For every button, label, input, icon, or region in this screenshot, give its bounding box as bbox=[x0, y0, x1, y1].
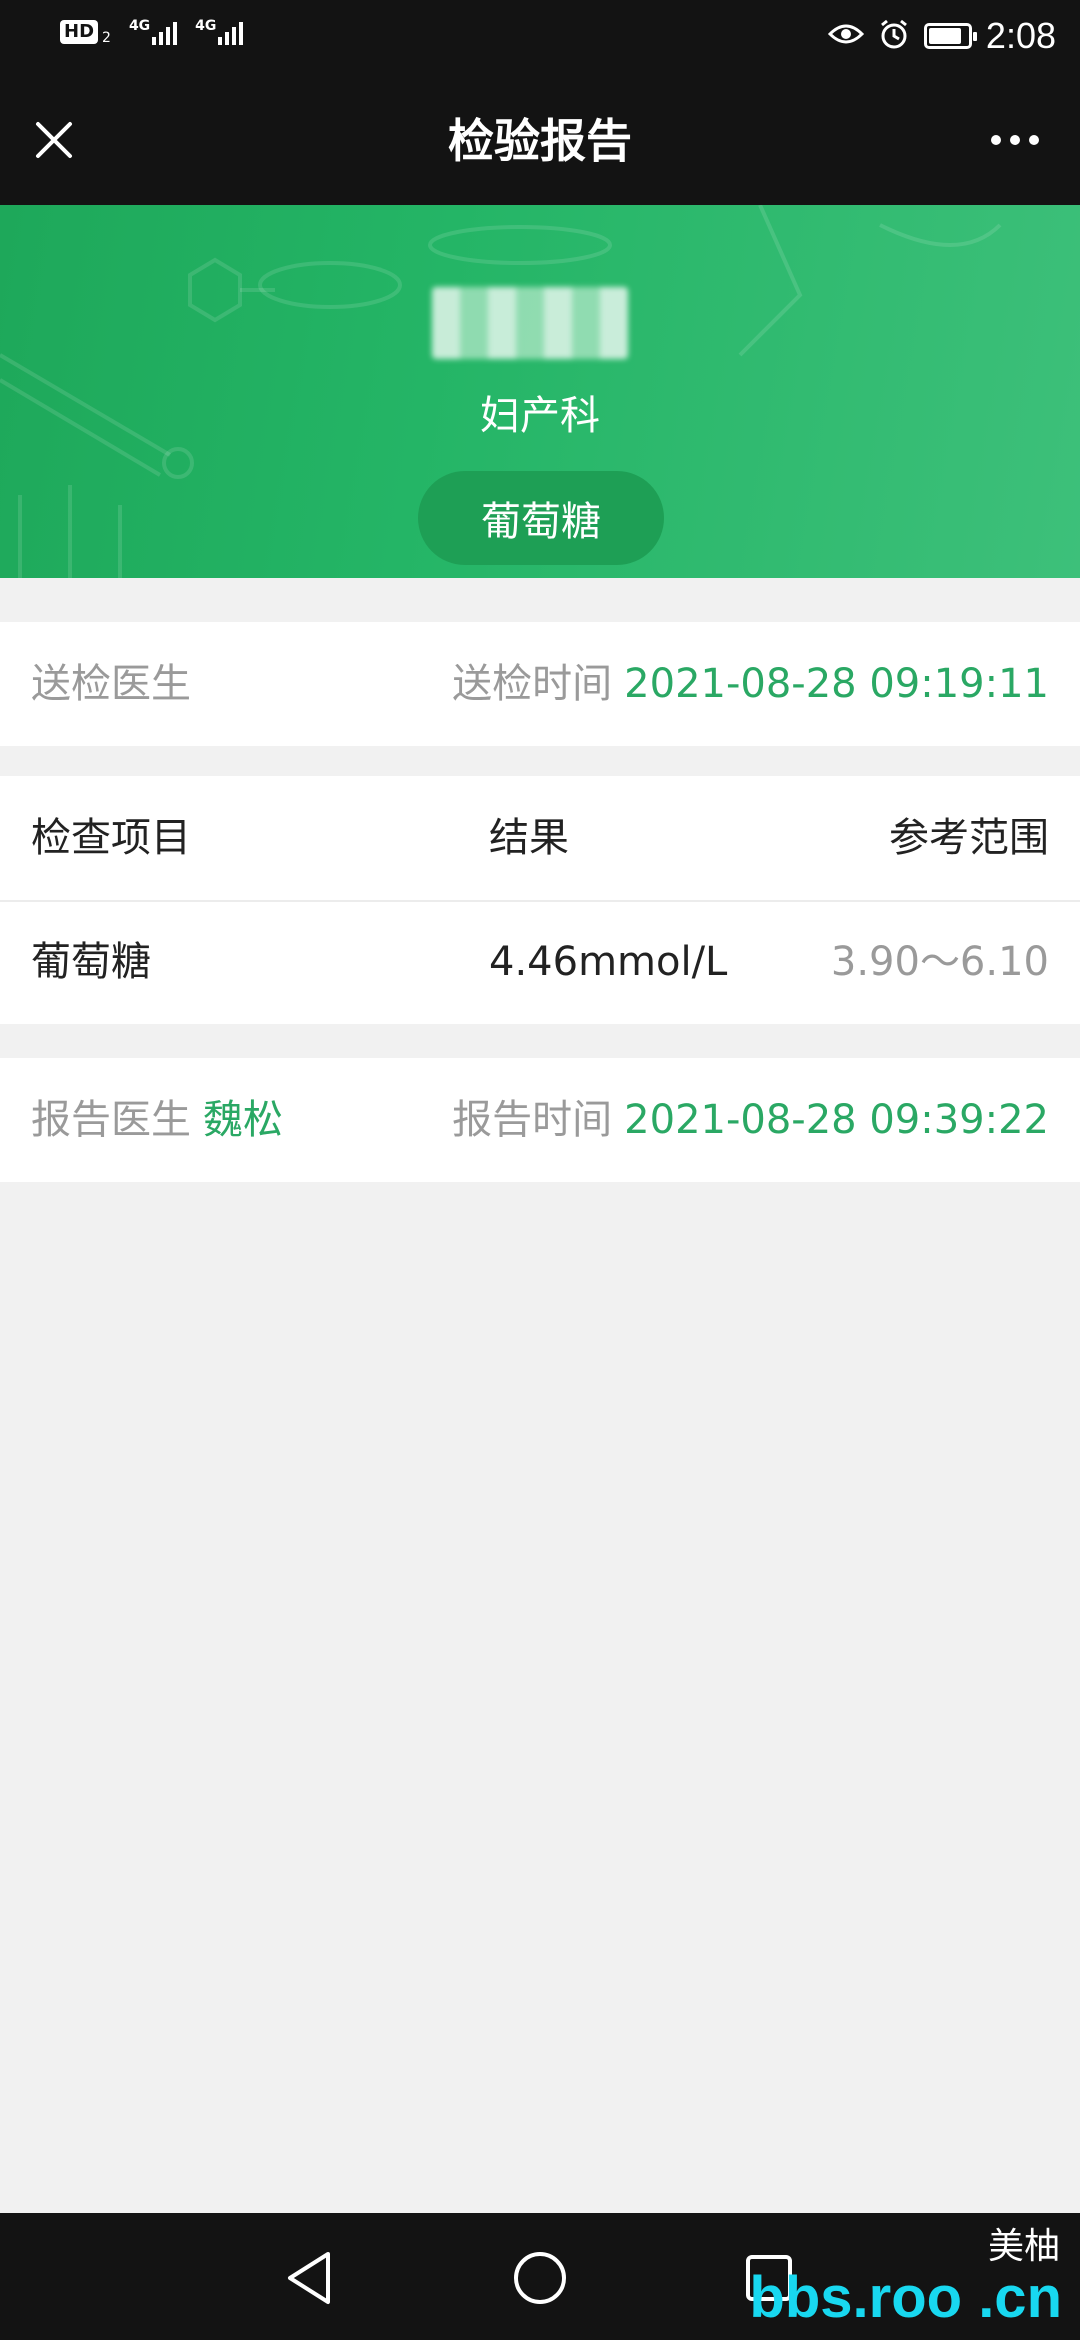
table-cell-result: 4.46mmol/L bbox=[489, 939, 728, 985]
signal-group-2: 4G bbox=[195, 18, 244, 45]
department-label: 妇产科 bbox=[480, 393, 600, 439]
table-divider bbox=[0, 900, 1080, 902]
home-circle-icon[interactable] bbox=[505, 2243, 575, 2313]
page-title: 检验报告 bbox=[448, 114, 632, 168]
send-doctor-label: 送检医生 bbox=[31, 661, 191, 707]
status-bar: HD 2 4G 4G 2:08 bbox=[0, 0, 1080, 75]
report-time-label: 报告时间 bbox=[452, 1097, 613, 1143]
network-type-label-1: 4G bbox=[128, 18, 151, 34]
battery-level bbox=[928, 28, 961, 44]
more-icon[interactable] bbox=[980, 110, 1050, 170]
column-header-item: 检查项目 bbox=[31, 815, 191, 861]
table-cell-item: 葡萄糖 bbox=[31, 939, 151, 985]
network-type-label-2: 4G bbox=[195, 18, 217, 34]
signal-bars-icon bbox=[152, 19, 178, 45]
status-left-group: HD 2 4G 4G bbox=[60, 18, 244, 46]
results-table: 检查项目 结果 参考范围 葡萄糖 4.46mmol/L 3.90～6.10 bbox=[0, 776, 1080, 1024]
signal-bars-icon bbox=[218, 19, 244, 45]
report-time-value: 2021-08-28 09:39:22 bbox=[624, 1097, 1049, 1143]
test-name-badge: 葡萄糖 bbox=[418, 471, 664, 565]
column-header-result: 结果 bbox=[489, 815, 569, 861]
report-doctor-label: 报告医生 bbox=[31, 1097, 191, 1143]
watermark-text: bbs.roo .cn bbox=[749, 2265, 1062, 2330]
battery-icon bbox=[923, 23, 977, 49]
hd-badge: HD bbox=[60, 20, 99, 44]
send-time-label: 送检时间 bbox=[452, 661, 613, 707]
column-header-range: 参考范围 bbox=[889, 815, 1049, 861]
nav-bar: 检验报告 bbox=[0, 75, 1080, 205]
alarm-icon bbox=[878, 18, 910, 54]
report-time-group: 报告时间 2021-08-28 09:39:22 bbox=[452, 1095, 1049, 1145]
send-time-group: 送检时间 2021-08-28 09:19:11 bbox=[452, 659, 1049, 709]
back-triangle-icon[interactable] bbox=[274, 2243, 344, 2313]
report-info-card: 报告医生 魏松 报告时间 2021-08-28 09:39:22 bbox=[0, 1058, 1080, 1182]
report-doctor-value: 魏松 bbox=[203, 1097, 283, 1143]
hd-sub-label: 2 bbox=[102, 30, 111, 46]
report-doctor-group: 报告医生 魏松 bbox=[31, 1095, 283, 1145]
send-info-card: 送检医生 送检时间 2021-08-28 09:19:11 bbox=[0, 622, 1080, 746]
table-cell-range: 3.90～6.10 bbox=[830, 939, 1049, 985]
send-time-value: 2021-08-28 09:19:11 bbox=[624, 661, 1049, 707]
signal-group-1: 4G bbox=[128, 18, 178, 45]
status-time: 2:08 bbox=[985, 15, 1056, 56]
report-banner: 妇产科 葡萄糖 bbox=[0, 205, 1080, 578]
patient-name-redacted bbox=[432, 287, 628, 359]
eye-icon bbox=[827, 20, 865, 52]
system-nav-bar: 美柚 bbs.roo .cn bbox=[0, 2213, 1080, 2340]
status-right-group: 2:08 bbox=[827, 14, 1056, 58]
